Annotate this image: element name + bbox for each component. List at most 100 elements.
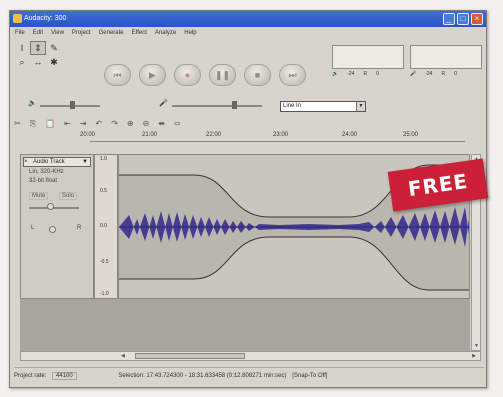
scroll-down-icon[interactable]: ▼ [474, 343, 479, 349]
gain-knob[interactable] [47, 203, 54, 210]
pause-button[interactable]: ❚❚ [209, 64, 236, 86]
empty-track-area[interactable] [20, 299, 470, 351]
amplitude-label: -1.0 [100, 291, 109, 297]
close-button[interactable]: × [471, 13, 483, 25]
speaker-icon: 🔊 [332, 71, 339, 77]
output-meter[interactable] [332, 45, 404, 69]
envelope-tool-icon[interactable]: ⇕ [30, 41, 46, 55]
amplitude-label: 0.0 [100, 223, 107, 229]
edit-toolbar: ✂ ⎘ 📋 ⇤ ⇥ ↶ ↷ ⊕ ⊖ ⬌ ⬄ [14, 119, 274, 131]
copy-icon[interactable]: ⎘ [30, 119, 36, 131]
rewind-button[interactable]: ⏮ [104, 64, 131, 86]
window-controls: _ □ × [443, 13, 483, 25]
output-volume-knob[interactable] [70, 101, 75, 109]
selection-tool-icon[interactable]: I [14, 41, 30, 55]
menu-edit[interactable]: Edit [32, 28, 44, 38]
menu-bar: File Edit View Project Generate Effect A… [10, 28, 486, 38]
maximize-button[interactable]: □ [457, 13, 469, 25]
multi-tool-icon[interactable]: ✱ [46, 55, 62, 69]
menu-view[interactable]: View [50, 28, 65, 38]
pan-left-label: L [31, 225, 35, 231]
snap-status: [Snap-To Off] [292, 373, 328, 379]
scroll-thumb[interactable] [135, 353, 245, 359]
amplitude-label: -0.5 [100, 259, 109, 265]
cut-icon[interactable]: ✂ [14, 119, 21, 131]
scroll-right-icon[interactable]: ▶ [472, 353, 476, 359]
zoom-out-icon[interactable]: ⊖ [143, 119, 150, 131]
mute-button[interactable]: Mute [29, 192, 49, 200]
input-volume-icon: 🎤 [159, 100, 168, 107]
gain-slider[interactable] [29, 207, 79, 209]
timeline-tick: 22:00 [206, 132, 222, 138]
scroll-left-icon[interactable]: ◀ [121, 353, 125, 359]
window-title: Audacity: 300 [24, 15, 67, 22]
track-rate: Lin, 320-KHz [29, 169, 64, 175]
track-name: Audio Track [33, 159, 65, 165]
zoom-tool-icon[interactable]: ⌕ [14, 55, 30, 69]
amplitude-label: 0.5 [100, 188, 107, 194]
input-source-select[interactable]: Line In ▼ [280, 101, 366, 112]
input-volume-knob[interactable] [232, 101, 237, 109]
input-meter-labels: 🎤 -24 R 0 [410, 71, 457, 77]
input-meter-channel: R [441, 71, 446, 77]
minimize-button[interactable]: _ [443, 13, 455, 25]
paste-icon[interactable]: 📋 [45, 119, 55, 131]
redo-icon[interactable]: ↷ [111, 119, 118, 131]
output-meter-labels: 🔊 -24 R 0 [332, 71, 379, 77]
undo-icon[interactable]: ↶ [95, 119, 102, 131]
fit-selection-icon[interactable]: ⬌ [158, 119, 165, 131]
timeline-tick: 21:00 [142, 132, 158, 138]
pan-right-label: R [77, 225, 82, 231]
track-format: 32-bit float [29, 178, 58, 184]
stop-button[interactable]: ■ [244, 64, 271, 86]
output-meter-tick: -24 [347, 71, 355, 77]
horizontal-scrollbar[interactable]: ◀ ▶ [20, 351, 481, 361]
project-rate-field[interactable]: 44100 [52, 372, 77, 380]
tools-palette: I ⇕ ✎ ⌕ ↔ ✱ [14, 41, 62, 83]
stop-icon: ■ [254, 70, 261, 80]
record-button[interactable]: ● [174, 64, 201, 86]
rewind-icon: ⏮ [113, 69, 122, 80]
input-source-value: Line In [283, 103, 302, 109]
timeline-tick: 20:00 [80, 132, 96, 138]
input-meter[interactable] [410, 45, 482, 69]
fast-forward-button[interactable]: ⏭ [279, 64, 306, 86]
input-volume-slider[interactable] [172, 105, 262, 107]
menu-effect[interactable]: Effect [131, 28, 148, 38]
input-meter-tick: 0 [454, 71, 457, 77]
timeshift-tool-icon[interactable]: ↔ [30, 55, 46, 69]
play-icon: ▶ [149, 69, 156, 80]
title-bar: Audacity: 300 _ □ × [10, 11, 486, 27]
solo-button[interactable]: Solo [59, 192, 78, 200]
input-meter-tick: -24 [425, 71, 433, 77]
status-bar: Project rate: 44100 Selection: 17:43.724… [14, 367, 484, 383]
volume-icon: 🔈 [28, 100, 37, 107]
close-track-icon[interactable]: × [24, 158, 28, 166]
fit-project-icon[interactable]: ⬄ [174, 119, 181, 131]
zoom-in-icon[interactable]: ⊕ [127, 119, 134, 131]
timeline-ruler[interactable]: 20:00 21:00 22:00 23:00 24:00 25:00 [80, 132, 465, 142]
app-icon [13, 14, 22, 23]
timeline-tick: 23:00 [273, 132, 289, 138]
menu-help[interactable]: Help [183, 28, 197, 38]
pause-icon: ❚❚ [214, 69, 231, 80]
timeline-tick: 25:00 [403, 132, 419, 138]
silence-icon[interactable]: ⇥ [80, 119, 87, 131]
play-button[interactable]: ▶ [139, 64, 166, 86]
output-meter-channel: R [363, 71, 368, 77]
amplitude-ruler: 1.0 0.5 0.0 -0.5 -1.0 [94, 154, 118, 299]
menu-analyze[interactable]: Analyze [154, 28, 177, 38]
project-rate-label: Project rate: [14, 373, 47, 379]
menu-project[interactable]: Project [71, 28, 92, 38]
record-icon: ● [184, 70, 191, 80]
draw-tool-icon[interactable]: ✎ [46, 41, 62, 55]
menu-generate[interactable]: Generate [98, 28, 125, 38]
selection-info: Selection: 17:43.724300 - 18:31.633458 (… [118, 373, 287, 379]
pan-knob[interactable] [49, 226, 56, 233]
microphone-icon: 🎤 [410, 71, 417, 77]
output-meter-tick: 0 [376, 71, 379, 77]
chevron-down-icon: ▼ [82, 159, 88, 165]
track-name-menu[interactable]: × Audio Track ▼ [23, 157, 91, 167]
menu-file[interactable]: File [14, 28, 26, 38]
trim-icon[interactable]: ⇤ [64, 119, 71, 131]
